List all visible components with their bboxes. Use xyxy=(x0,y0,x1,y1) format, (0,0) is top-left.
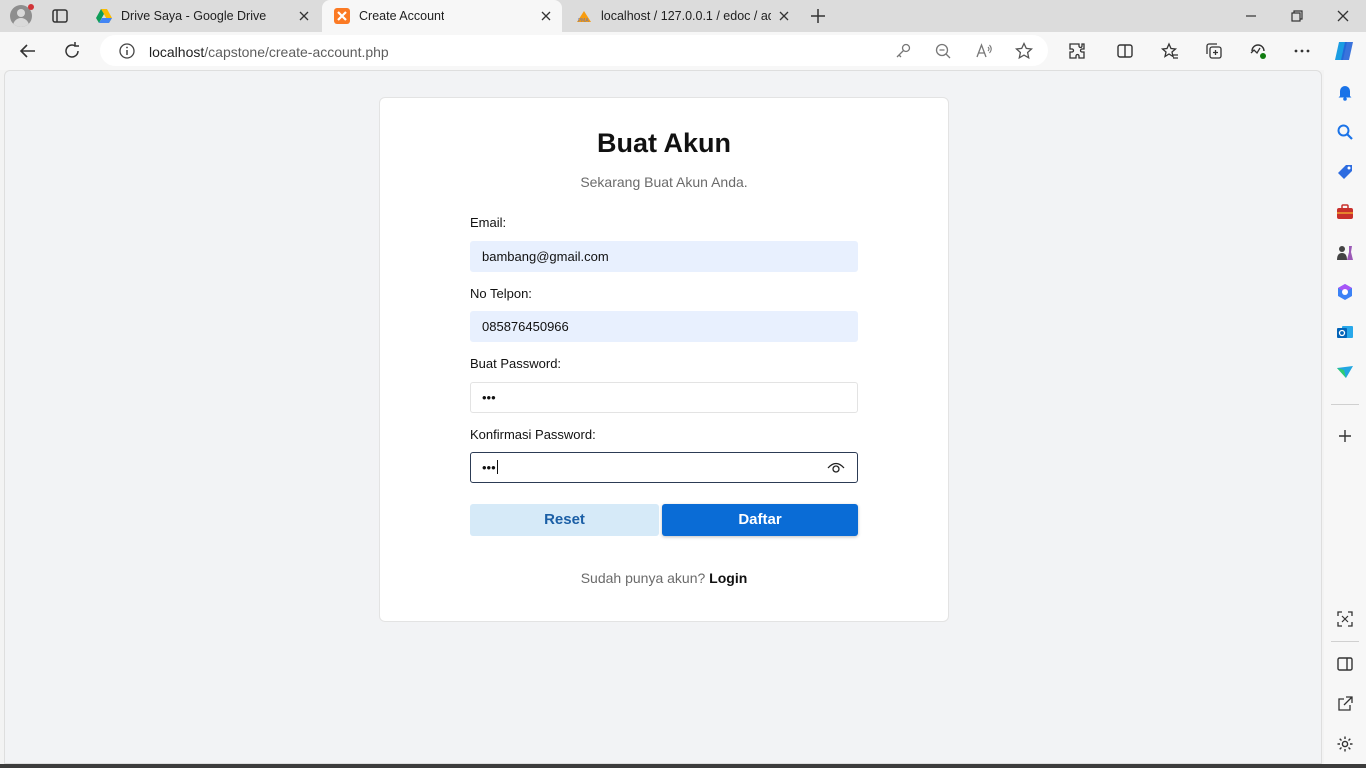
search-icon[interactable] xyxy=(1335,122,1355,142)
sidebar-divider xyxy=(1331,641,1359,642)
url-host: localhost xyxy=(149,44,205,60)
tab-strip: Drive Saya - Google Drive Create Account… xyxy=(0,0,1366,32)
show-password-icon[interactable] xyxy=(827,461,845,475)
bell-icon[interactable] xyxy=(1335,82,1355,102)
confirm-password-label: Konfirmasi Password: xyxy=(470,427,596,442)
shopping-icon[interactable] xyxy=(1335,162,1355,182)
url-text[interactable]: localhost/capstone/create-account.php xyxy=(149,44,389,60)
close-window-icon[interactable] xyxy=(1333,6,1353,26)
google-drive-icon xyxy=(96,9,112,23)
games-icon[interactable] xyxy=(1335,242,1355,262)
edge-sidebar xyxy=(1324,70,1366,768)
taskbar-edge xyxy=(0,764,1366,768)
email-value: bambang@gmail.com xyxy=(482,249,609,264)
back-icon[interactable] xyxy=(18,41,38,61)
collections-icon[interactable] xyxy=(1204,41,1224,61)
favorite-star-icon[interactable] xyxy=(1014,41,1034,61)
tab-title: Create Account xyxy=(359,9,445,23)
read-aloud-icon[interactable] xyxy=(974,41,994,61)
add-icon[interactable] xyxy=(1335,426,1355,446)
confirm-password-value: ••• xyxy=(482,460,498,475)
tools-icon[interactable] xyxy=(1335,202,1355,222)
favorites-icon[interactable] xyxy=(1160,41,1180,61)
email-field[interactable]: bambang@gmail.com xyxy=(470,241,858,272)
more-icon[interactable] xyxy=(1292,41,1312,61)
password-label: Buat Password: xyxy=(470,356,562,371)
email-label: Email: xyxy=(470,215,507,230)
login-prompt: Sudah punya akun? Login xyxy=(380,570,948,586)
new-tab-icon[interactable] xyxy=(808,6,828,26)
password-value: ••• xyxy=(482,390,496,405)
refresh-icon[interactable] xyxy=(62,41,82,61)
restore-icon[interactable] xyxy=(1287,6,1307,26)
tab-actions-icon[interactable] xyxy=(50,6,70,26)
close-tab-icon[interactable] xyxy=(538,8,554,24)
screenshot-icon[interactable] xyxy=(1335,609,1355,629)
xampp-icon xyxy=(334,8,350,24)
tab-title: localhost / 127.0.0.1 / edoc / adm xyxy=(601,9,771,23)
settings-icon[interactable] xyxy=(1335,734,1355,754)
sidebar-divider xyxy=(1331,404,1359,405)
performance-icon[interactable] xyxy=(1248,41,1268,61)
browser-toolbar: localhost/capstone/create-account.php xyxy=(0,32,1366,70)
key-icon[interactable] xyxy=(893,41,913,61)
phone-value: 085876450966 xyxy=(482,319,569,334)
info-icon[interactable] xyxy=(117,41,137,61)
reset-button[interactable]: Reset xyxy=(470,504,659,536)
zoom-out-icon[interactable] xyxy=(933,41,953,61)
drop-icon[interactable] xyxy=(1335,362,1355,382)
page-subtitle: Sekarang Buat Akun Anda. xyxy=(580,174,748,190)
login-prompt-text: Sudah punya akun? xyxy=(580,570,706,586)
notification-dot xyxy=(28,4,34,10)
split-screen-icon[interactable] xyxy=(1115,41,1135,61)
login-link[interactable]: Login xyxy=(709,570,747,586)
phone-field[interactable]: 085876450966 xyxy=(470,311,858,342)
svg-text:PMA: PMA xyxy=(578,18,589,24)
close-tab-icon[interactable] xyxy=(296,8,312,24)
password-field[interactable]: ••• xyxy=(470,382,858,413)
outlook-icon[interactable] xyxy=(1335,322,1355,342)
extensions-icon[interactable] xyxy=(1067,41,1087,61)
tab-phpmyadmin[interactable]: PMA localhost / 127.0.0.1 / edoc / adm xyxy=(564,0,800,32)
microsoft365-icon[interactable] xyxy=(1335,282,1355,302)
copilot-icon[interactable] xyxy=(1332,39,1356,63)
page-viewport: Buat Akun Sekarang Buat Akun Anda. Email… xyxy=(4,70,1322,764)
url-path: /capstone/create-account.php xyxy=(204,44,389,60)
external-link-icon[interactable] xyxy=(1335,694,1355,714)
tab-google-drive[interactable]: Drive Saya - Google Drive xyxy=(84,0,320,32)
phpmyadmin-icon: PMA xyxy=(577,11,591,24)
phone-label: No Telpon: xyxy=(470,286,532,301)
address-bar[interactable]: localhost/capstone/create-account.php xyxy=(100,35,1048,66)
tab-create-account[interactable]: Create Account xyxy=(322,0,562,32)
create-account-card: Buat Akun Sekarang Buat Akun Anda. Email… xyxy=(379,97,949,622)
tab-title: Drive Saya - Google Drive xyxy=(121,9,267,23)
submit-button[interactable]: Daftar xyxy=(662,504,858,536)
page-title: Buat Akun xyxy=(597,128,731,158)
minimize-icon[interactable] xyxy=(1241,6,1261,26)
close-tab-icon[interactable] xyxy=(776,8,792,24)
sidebar-toggle-icon[interactable] xyxy=(1335,654,1355,674)
confirm-password-field[interactable]: ••• xyxy=(470,452,858,483)
